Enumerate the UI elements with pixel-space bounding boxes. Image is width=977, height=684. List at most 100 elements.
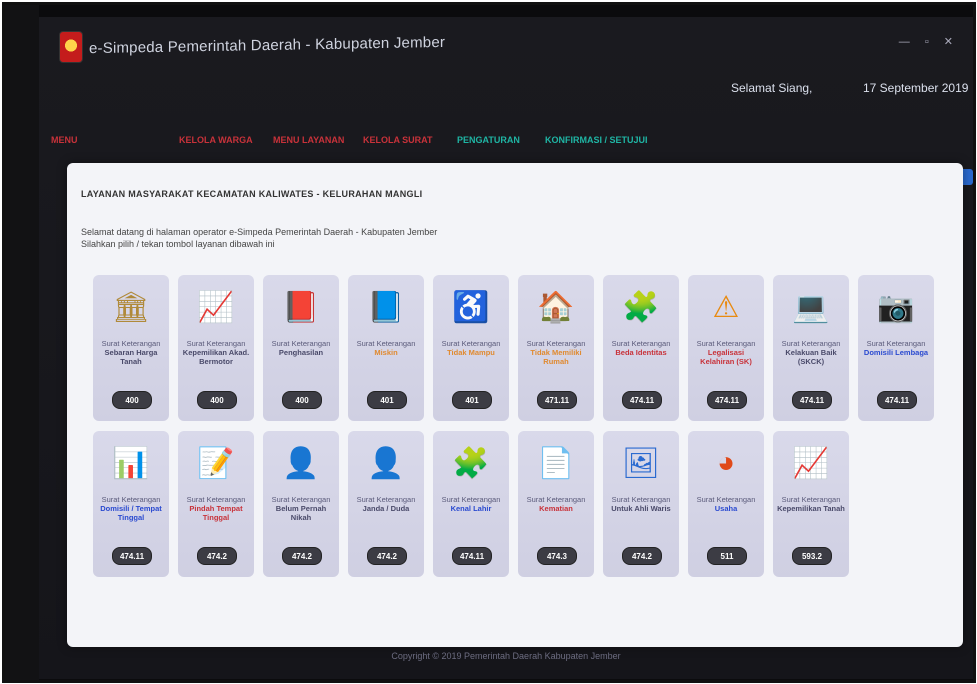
service-tile[interactable]: ♿ Surat Keterangan Tidak Mampu 401	[433, 275, 509, 421]
puzzle-icon: 🧩	[622, 290, 660, 324]
service-tile[interactable]: 📄 Surat Keterangan Kematian 474.3	[518, 431, 594, 577]
service-tile-label: Surat Keterangan Tidak Memiliki Rumah	[522, 339, 590, 366]
service-tile-caption: Surat Keterangan	[611, 339, 671, 348]
service-tile[interactable]: 📈 Surat Keterangan Kepemilikan Akad. Bermo…	[178, 275, 254, 421]
service-code-badge: 474.11	[877, 391, 917, 409]
service-tile[interactable]: 🏛 Surat Keterangan Sebaran Harga Tanah 400	[93, 275, 169, 421]
service-tile-name: Domisili / Tempat Tinggal	[100, 504, 162, 522]
laptop-icon: 💻	[792, 290, 830, 324]
service-code-badge: 401	[367, 391, 407, 409]
service-tile[interactable]: 💻 Surat Keterangan Kelakuan Baik (SKCK) 474…	[773, 275, 849, 421]
service-tile-name: Kenal Lahir	[450, 504, 492, 513]
wheelchair-icon: ♿	[452, 290, 490, 324]
service-tile[interactable]: 📘 Surat Keterangan Miskin 401	[348, 275, 424, 421]
service-code-badge: 474.11	[707, 391, 747, 409]
nav-item-pengaturan[interactable]: PENGATURAN	[457, 135, 520, 145]
service-tile[interactable]: 📈 Surat Keterangan Kepemilikan Tanah 593.2	[773, 431, 849, 577]
bar-chart-icon: 📊	[112, 446, 150, 480]
user-greeting: Selamat Siang,	[731, 81, 813, 95]
service-tile[interactable]: 🖼 Surat Keterangan Untuk Ahli Waris 474.2	[603, 431, 679, 577]
monitor-frame: e-Simpeda Pemerintah Daerah - Kabupaten …	[2, 2, 976, 683]
service-tile[interactable]: 📊 Surat Keterangan Domisili / Tempat Tingg…	[93, 431, 169, 577]
service-tile-label: Surat Keterangan Kepemilikan Tanah	[777, 495, 845, 513]
app-logo	[59, 31, 83, 63]
service-tile[interactable]: 👤 Surat Keterangan Belum Pernah Nikah 474.2	[263, 431, 339, 577]
service-tile-label: Surat Keterangan Untuk Ahli Waris	[607, 495, 675, 513]
service-code-badge: 474.11	[112, 547, 152, 565]
service-tile[interactable]: 🏠 Surat Keterangan Tidak Memiliki Rumah 471…	[518, 275, 594, 421]
service-tile-name: Kepemilikan Tanah	[777, 504, 845, 513]
service-tile-name: Penghasilan	[278, 348, 324, 357]
top-bar: e-Simpeda Pemerintah Daerah - Kabupaten …	[39, 25, 973, 105]
service-tile-caption: Surat Keterangan	[696, 495, 756, 504]
service-tile-label: Surat Keterangan Kenal Lahir	[437, 495, 505, 513]
service-tile[interactable]: 🧩 Surat Keterangan Kenal Lahir 474.11	[433, 431, 509, 577]
service-tile-caption: Surat Keterangan	[781, 339, 841, 348]
service-tile-label: Surat Keterangan Legalisasi Kelahiran (SK…	[692, 339, 760, 366]
service-code-badge: 474.2	[622, 547, 662, 565]
app-title: e-Simpeda Pemerintah Daerah - Kabupaten …	[89, 33, 446, 58]
panel-instruction: Silahkan pilih / tekan tombol layanan di…	[81, 239, 275, 249]
certificate-icon: 🖼	[621, 446, 661, 480]
service-tile-label: Surat Keterangan Domisili Lembaga	[862, 339, 930, 357]
service-tile-caption: Surat Keterangan	[186, 339, 246, 348]
nav-item-kelola-warga[interactable]: KELOLA WARGA	[179, 135, 253, 145]
service-tile-caption: Surat Keterangan	[696, 339, 756, 348]
service-tile-caption: Surat Keterangan	[356, 339, 416, 348]
service-tile-caption: Surat Keterangan	[356, 495, 416, 504]
blue-book-icon: 📘	[367, 290, 405, 324]
service-tile-name: Kepemilikan Akad. Bermotor	[182, 348, 250, 366]
service-tile-caption: Surat Keterangan	[781, 495, 841, 504]
service-code-badge: 474.3	[537, 547, 577, 565]
service-tile-label: Surat Keterangan Sebaran Harga Tanah	[97, 339, 165, 366]
person-icon: 👤	[367, 446, 405, 480]
service-code-badge: 474.11	[622, 391, 662, 409]
service-code-badge: 511	[707, 547, 747, 565]
service-tile[interactable]: ⚠ Surat Keterangan Legalisasi Kelahiran (S…	[688, 275, 764, 421]
service-tile-name: Domisili Lembaga	[863, 348, 929, 357]
service-tile[interactable]: 📕 Surat Keterangan Penghasilan 400	[263, 275, 339, 421]
service-tile[interactable]: 📝 Surat Keterangan Pindah Tempat Tinggal 47…	[178, 431, 254, 577]
service-tile-label: Surat Keterangan Janda / Duda	[352, 495, 420, 513]
service-code-badge: 593.2	[792, 547, 832, 565]
service-tile-label: Surat Keterangan Pindah Tempat Tinggal	[182, 495, 250, 522]
service-code-badge: 474.2	[197, 547, 237, 565]
checklist-icon: 📝	[197, 446, 235, 480]
monitor-bezel	[5, 5, 39, 680]
service-tile-label: Surat Keterangan Penghasilan	[267, 339, 335, 357]
service-code-badge: 474.2	[367, 547, 407, 565]
red-book-icon: 📕	[282, 290, 320, 324]
service-tile-caption: Surat Keterangan	[271, 339, 331, 348]
service-code-badge: 471.11	[537, 391, 577, 409]
app-screen: e-Simpeda Pemerintah Daerah - Kabupaten …	[39, 17, 973, 679]
service-tile-caption: Surat Keterangan	[271, 495, 331, 504]
pie-chart-icon: ◕	[716, 446, 736, 479]
service-tile-name: Sebaran Harga Tanah	[104, 348, 158, 366]
panel-description: Selamat datang di halaman operator e-Sim…	[81, 227, 438, 237]
nav-item-konfirmasi[interactable]: KONFIRMASI / SETUJUI	[545, 135, 648, 145]
service-tile-name: Beda Identitas	[615, 348, 667, 357]
service-tile-label: Surat Keterangan Domisili / Tempat Tingga…	[97, 495, 165, 522]
service-tile-name: Tidak Memiliki Rumah	[530, 348, 582, 366]
window-controls[interactable]: — ▫ ✕	[899, 35, 959, 48]
service-tile-name: Legalisasi Kelahiran (SK)	[700, 348, 752, 366]
service-tile[interactable]: 🧩 Surat Keterangan Beda Identitas 474.11	[603, 275, 679, 421]
nav-item-kelola-surat[interactable]: KELOLA SURAT	[363, 135, 433, 145]
service-code-badge: 400	[282, 391, 322, 409]
service-tile-name: Janda / Duda	[362, 504, 410, 513]
nav-item-menu-layanan[interactable]: MENU LAYANAN	[273, 135, 344, 145]
service-tile-label: Surat Keterangan Miskin	[352, 339, 420, 357]
service-tile-label: Surat Keterangan Beda Identitas	[607, 339, 675, 357]
service-tile[interactable]: ◕ Surat Keterangan Usaha 511	[688, 431, 764, 577]
service-code-badge: 400	[197, 391, 237, 409]
service-tile[interactable]: 📷 Surat Keterangan Domisili Lembaga 474.11	[858, 275, 934, 421]
service-tile-caption: Surat Keterangan	[526, 495, 586, 504]
service-tile-caption: Surat Keterangan	[441, 495, 501, 504]
nav-item-menu[interactable]: MENU	[51, 135, 78, 145]
document-icon: 📄	[537, 446, 575, 480]
service-tile-caption: Surat Keterangan	[101, 495, 161, 504]
service-tile-name: Kelakuan Baik (SKCK)	[785, 348, 837, 366]
webcam-icon: 📷	[877, 290, 915, 324]
service-tile[interactable]: 👤 Surat Keterangan Janda / Duda 474.2	[348, 431, 424, 577]
service-code-badge: 400	[112, 391, 152, 409]
